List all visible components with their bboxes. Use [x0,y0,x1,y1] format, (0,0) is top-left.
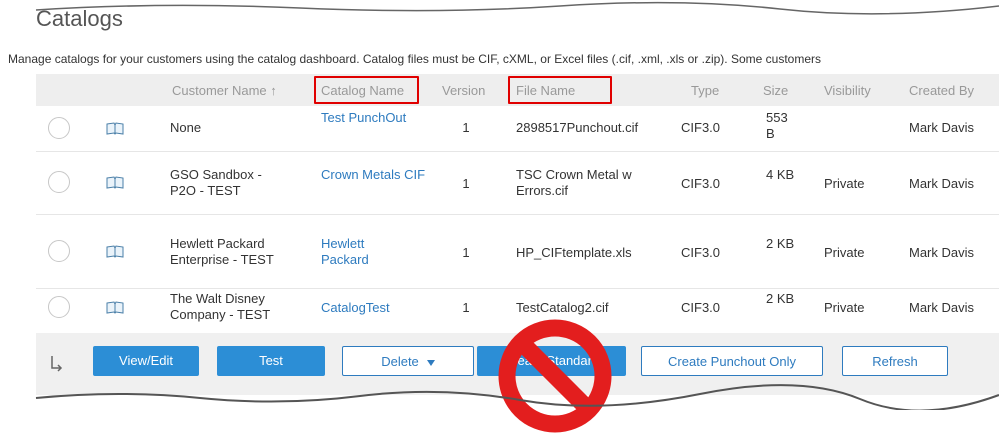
file-name-highlight [508,76,612,104]
size: 2 KB [766,291,795,306]
customer-name: None [170,120,202,135]
row-select-radio[interactable] [48,171,70,193]
column-type[interactable]: Type [691,83,719,98]
catalog-name-link[interactable]: Crown Metals CIF [321,167,431,183]
visibility: Private [824,176,865,191]
catalog-book-icon [106,245,124,258]
customer-name: GSO Sandbox - P2O - TEST [170,167,262,198]
delete-button[interactable]: Delete [342,346,474,376]
created-by: Mark Davis [909,120,975,135]
visibility: Private [824,300,865,315]
delete-button-label: Delete [381,354,419,369]
column-visibility[interactable]: Visibility [824,83,871,98]
create-punchout-only-button[interactable]: Create Punchout Only [641,346,823,376]
type: CIF3.0 [681,176,721,191]
catalog-book-icon [106,176,124,189]
type: CIF3.0 [681,120,721,135]
size: 553 B [766,110,788,141]
customer-name: Hewlett Packard Enterprise - TEST [170,236,274,267]
refresh-button[interactable]: Refresh [842,346,948,376]
type: CIF3.0 [681,245,721,260]
catalog-name-link[interactable]: Hewlett Packard [321,236,401,268]
column-version[interactable]: Version [442,83,485,98]
catalog-name-link[interactable]: CatalogTest [321,300,390,316]
column-created-by[interactable]: Created By [909,83,974,98]
version: 1 [462,245,470,260]
view-edit-button[interactable]: View/Edit [93,346,199,376]
table-row[interactable]: None Test PunchOut 1 2898517Punchout.cif… [36,106,999,152]
size: 2 KB [766,236,795,251]
file-name: HP_CIFtemplate.xls [516,245,632,260]
column-size[interactable]: Size [763,83,788,98]
visibility: Private [824,245,865,260]
version: 1 [462,300,470,315]
prohibited-icon [498,319,612,433]
size: 4 KB [766,167,795,182]
catalog-book-icon [106,301,124,314]
row-select-radio[interactable] [48,240,70,262]
catalog-table: Customer Name ↑ Catalog Name Version Fil… [36,74,999,326]
return-arrow-icon [51,356,63,372]
created-by: Mark Davis [909,245,975,260]
file-name: TSC Crown Metal w Errors.cif [516,167,632,198]
created-by: Mark Davis [909,176,975,191]
catalog-name-highlight [314,76,419,104]
row-select-radio[interactable] [48,117,70,139]
row-select-radio[interactable] [48,296,70,318]
chevron-down-icon [426,359,435,366]
file-name: TestCatalog2.cif [516,300,609,315]
column-customer-name[interactable]: Customer Name ↑ [172,83,277,98]
file-name: 2898517Punchout.cif [516,120,639,135]
type: CIF3.0 [681,300,721,315]
page-title: Catalogs [36,6,123,31]
table-row[interactable]: Hewlett Packard Enterprise - TEST Hewlet… [36,214,999,289]
created-by: Mark Davis [909,300,975,315]
catalog-book-icon [106,122,124,135]
version: 1 [462,120,470,135]
catalog-name-link[interactable]: Test PunchOut [321,110,441,126]
table-row[interactable]: GSO Sandbox - P2O - TEST Crown Metals CI… [36,151,999,215]
test-button[interactable]: Test [217,346,325,376]
version: 1 [462,176,470,191]
customer-name: The Walt Disney Company - TEST [170,291,271,322]
page-description: Manage catalogs for your customers using… [8,52,821,66]
